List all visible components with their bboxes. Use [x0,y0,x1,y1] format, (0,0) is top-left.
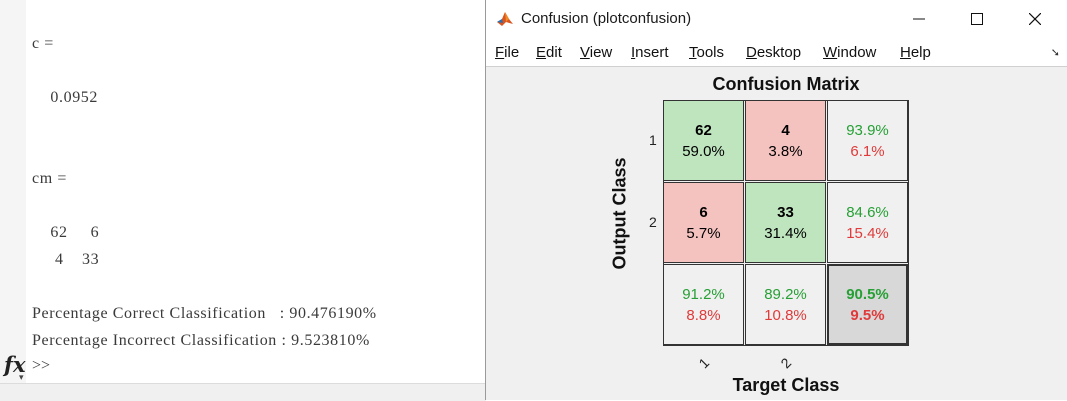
menu-edit[interactable]: Edit [536,44,562,61]
summary-cell: 84.6% 15.4% [827,182,908,263]
chart-title: Confusion Matrix [712,74,860,94]
cell-percent: 59.0% [682,142,725,160]
figure-window: Confusion (plotconfusion) File Edit View… [485,0,1067,400]
dock-arrow-icon[interactable]: ➘ [1051,46,1060,59]
matlab-logo-icon [496,10,514,28]
overall-accuracy-cell: 90.5% 9.5% [827,264,908,345]
minimize-button[interactable] [896,4,942,34]
summary-cell: 91.2% 8.8% [663,264,744,345]
minimize-icon [913,18,925,20]
summary-cell: 93.9% 6.1% [827,100,908,181]
x-tick-label: 2 [777,354,795,372]
window-title: Confusion (plotconfusion) [521,10,692,27]
menu-desktop[interactable]: Desktop [746,44,801,61]
output-line: cm = [32,170,67,187]
output-line: 4 33 [32,251,100,268]
output-line: 62 6 [32,224,100,241]
accuracy-percent: 93.9% [846,121,889,139]
x-tick-label: 1 [695,354,713,372]
output-line: Percentage Correct Classification : 90.4… [32,305,377,322]
command-window[interactable]: c = 0.0952 cm = 62 6 4 33 Percentage Cor… [0,0,486,401]
accuracy-percent: 84.6% [846,203,889,221]
maximize-icon [971,13,983,25]
menu-tools[interactable]: Tools [689,44,724,61]
y-tick-label: 2 [649,214,657,230]
close-icon [1029,13,1041,25]
error-percent: 10.8% [764,306,807,324]
menu-window[interactable]: Window [823,44,876,61]
close-button[interactable] [1012,4,1058,34]
cell-count: 62 [695,121,712,139]
accuracy-percent: 91.2% [682,285,725,303]
y-tick-label: 1 [649,132,657,148]
error-percent: 15.4% [846,224,889,242]
matrix-cell: 6 5.7% [663,182,744,263]
menu-file[interactable]: File [495,44,519,61]
chevron-down-icon[interactable]: ▾ [19,372,24,383]
menu-insert[interactable]: Insert [631,44,669,61]
command-window-status-bar [0,383,486,401]
plot-area: Confusion Matrix Output Class 1 2 62 59.0… [486,67,1067,400]
output-line: Percentage Incorrect Classification : 9.… [32,332,370,349]
cell-percent: 31.4% [764,224,807,242]
matrix-cell: 62 59.0% [663,100,744,181]
cell-count: 4 [781,121,790,139]
summary-cell: 89.2% 10.8% [745,264,826,345]
command-window-gutter [0,0,26,383]
y-axis-label: Output Class [609,157,630,270]
accuracy-percent: 89.2% [764,285,807,303]
output-line: c = [32,35,54,52]
command-prompt[interactable]: >> [32,357,50,375]
x-axis-label: Target Class [732,375,840,395]
matrix-cell: 4 3.8% [745,100,826,181]
output-line: 0.0952 [32,89,98,106]
maximize-button[interactable] [954,4,1000,34]
y-axis-label-wrapper: Output Class [608,145,630,285]
error-percent: 6.1% [850,142,885,160]
menu-view[interactable]: View [580,44,612,61]
cell-percent: 5.7% [686,224,721,242]
menu-help[interactable]: Help [900,44,931,61]
cell-count: 33 [777,203,794,221]
accuracy-percent: 90.5% [846,285,889,303]
window-titlebar[interactable]: Confusion (plotconfusion) [486,0,1067,38]
matrix-cell: 33 31.4% [745,182,826,263]
error-percent: 9.5% [850,306,885,324]
confusion-matrix: 62 59.0% 4 3.8% 93.9% 6.1% 6 5.7% 33 31.4% 84.6% 15… [663,100,909,346]
cell-percent: 3.8% [768,142,803,160]
error-percent: 8.8% [686,306,721,324]
menu-bar: File Edit View Insert Tools Desktop Wind… [486,38,1067,67]
cell-count: 6 [699,203,708,221]
